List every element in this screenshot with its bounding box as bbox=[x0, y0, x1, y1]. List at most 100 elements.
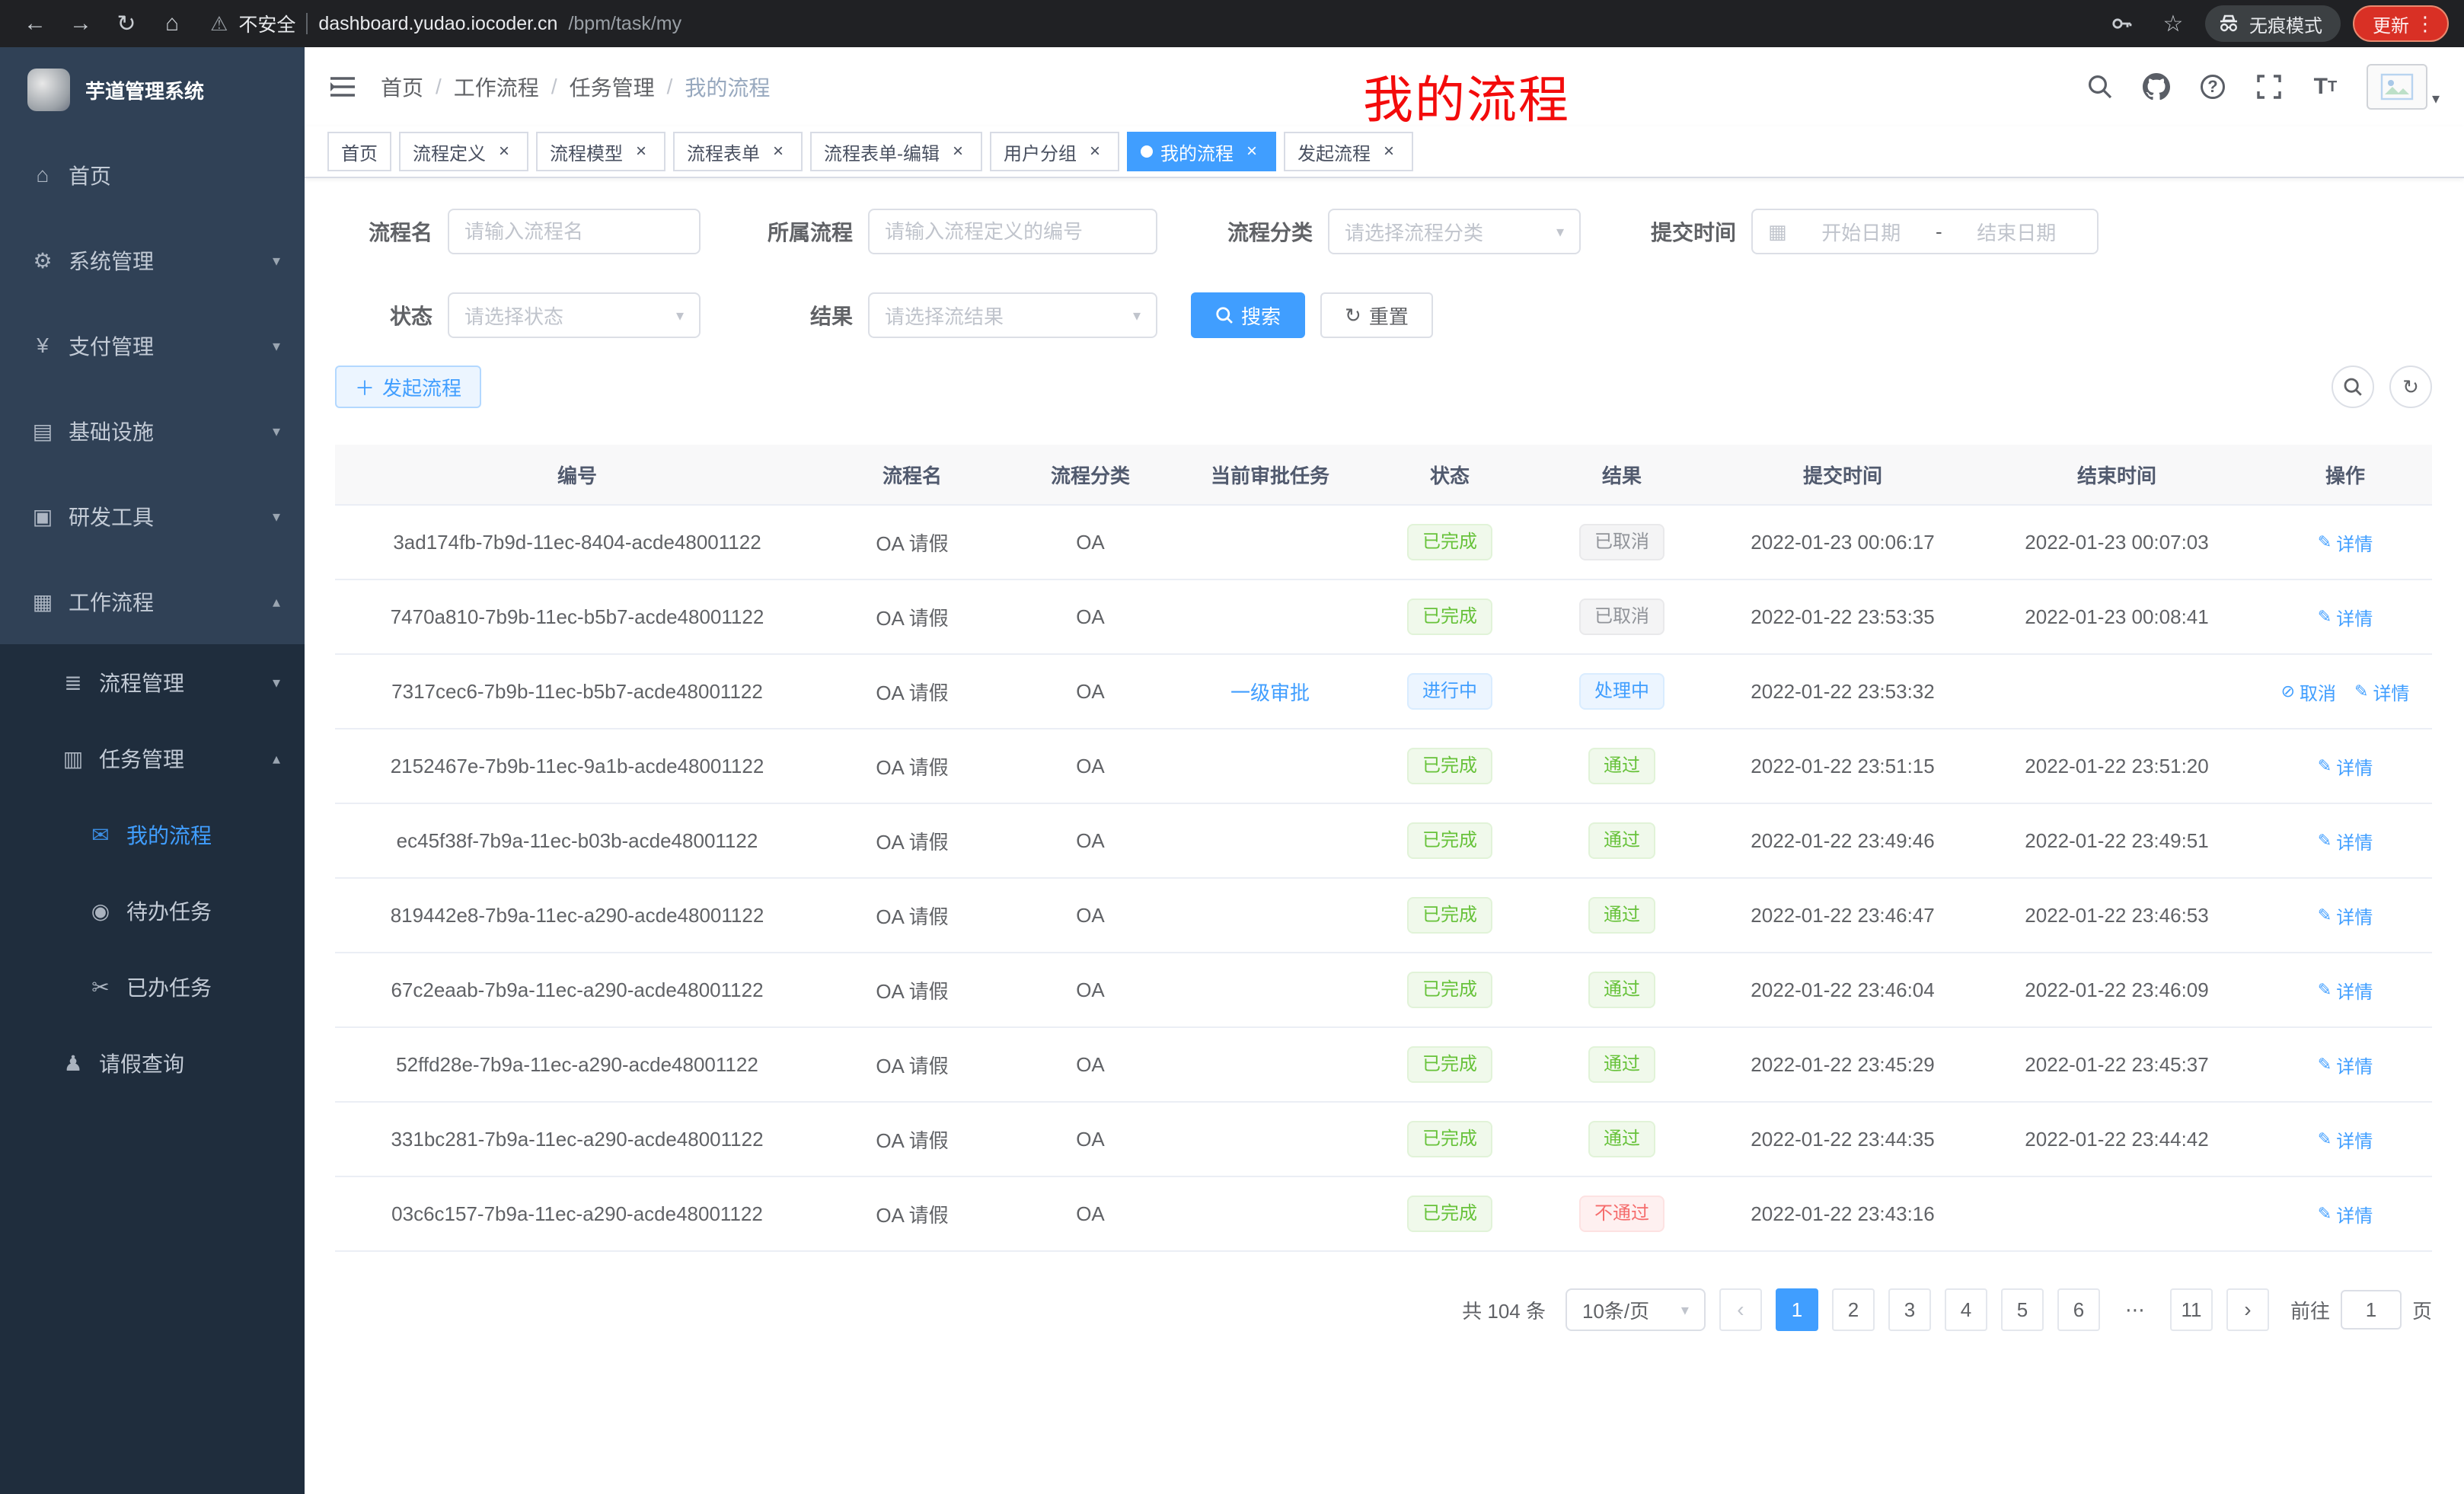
close-icon[interactable]: × bbox=[1241, 141, 1262, 162]
tab-process-model[interactable]: 流程模型× bbox=[536, 132, 665, 171]
close-icon[interactable]: × bbox=[493, 141, 515, 162]
page-size-select[interactable]: 10条/页 ▾ bbox=[1566, 1288, 1706, 1331]
address-bar[interactable]: ⚠ 不安全 dashboard.yudao.iocoder.cn/bpm/tas… bbox=[210, 10, 2095, 37]
browser-home-icon[interactable]: ⌂ bbox=[152, 4, 192, 43]
incognito-icon bbox=[2217, 14, 2240, 34]
tab-process-definition[interactable]: 流程定义 × bbox=[399, 132, 528, 171]
page-button-6[interactable]: 6 bbox=[2057, 1288, 2100, 1331]
infrastructure-icon: ▤ bbox=[30, 419, 55, 444]
category-select[interactable]: 请选择流程分类 ▾ bbox=[1328, 209, 1581, 254]
browser-menu-icon[interactable]: ⋮ bbox=[2415, 12, 2435, 36]
action-label: 详情 bbox=[2336, 1052, 2373, 1078]
table-search-toggle-icon[interactable] bbox=[2332, 366, 2374, 408]
current-task-link[interactable]: 一级审批 bbox=[1230, 682, 1310, 704]
breadcrumb-item[interactable]: 首页 bbox=[381, 72, 423, 102]
close-icon[interactable]: × bbox=[768, 141, 789, 162]
result-select[interactable]: 请选择流结果 ▾ bbox=[868, 292, 1157, 338]
sidebar-item-done-task[interactable]: ✂已办任务 bbox=[0, 949, 305, 1025]
cell-id: 7470a810-7b9b-11ec-b5b7-acde48001122 bbox=[335, 605, 819, 629]
page-ellipsis[interactable]: ⋯ bbox=[2114, 1288, 2156, 1331]
tab-user-group[interactable]: 用户分组× bbox=[990, 132, 1119, 171]
close-icon[interactable]: × bbox=[1378, 141, 1400, 162]
bookmark-star-icon[interactable]: ☆ bbox=[2153, 4, 2193, 43]
detail-link[interactable]: ✎详情 bbox=[2318, 1052, 2373, 1078]
sidebar-item-dev-tools[interactable]: ▣研发工具▾ bbox=[0, 474, 305, 559]
logo-row[interactable]: 芋道管理系统 bbox=[0, 47, 305, 132]
sidebar-item-my-process[interactable]: ✉我的流程 bbox=[0, 796, 305, 873]
key-icon[interactable] bbox=[2102, 4, 2141, 43]
chevron-down-icon: ▾ bbox=[1681, 1301, 1689, 1320]
page-button-11[interactable]: 11 bbox=[2170, 1288, 2213, 1331]
help-icon[interactable]: ? bbox=[2197, 72, 2228, 102]
forward-icon[interactable]: → bbox=[61, 4, 101, 43]
edit-icon: ✎ bbox=[2318, 1129, 2332, 1149]
page-button-4[interactable]: 4 bbox=[1945, 1288, 1987, 1331]
detail-link[interactable]: ✎详情 bbox=[2318, 902, 2373, 929]
github-icon[interactable] bbox=[2141, 72, 2172, 102]
user-avatar[interactable]: ▾ bbox=[2367, 64, 2440, 110]
back-icon[interactable]: ← bbox=[15, 4, 55, 43]
close-icon[interactable]: × bbox=[947, 141, 969, 162]
hamburger-icon[interactable] bbox=[326, 70, 359, 104]
tab-process-form-edit[interactable]: 流程表单-编辑× bbox=[810, 132, 982, 171]
search-button[interactable]: 搜索 bbox=[1191, 292, 1305, 338]
reload-icon[interactable]: ↻ bbox=[107, 4, 146, 43]
cell-end-time: 2022-01-22 23:45:37 bbox=[1977, 1053, 2257, 1077]
search-icon[interactable] bbox=[2085, 72, 2115, 102]
page-button-5[interactable]: 5 bbox=[2001, 1288, 2044, 1331]
sidebar-item-payment-mgmt[interactable]: ¥支付管理▾ bbox=[0, 303, 305, 388]
tab-label: 流程定义 bbox=[413, 139, 486, 165]
detail-link[interactable]: ✎详情 bbox=[2318, 828, 2373, 854]
prev-page-button[interactable]: ‹ bbox=[1719, 1288, 1762, 1331]
process-name-input-field[interactable] bbox=[464, 220, 684, 244]
detail-link[interactable]: ✎详情 bbox=[2318, 1201, 2373, 1227]
detail-link[interactable]: ✎详情 bbox=[2354, 678, 2409, 705]
sidebar-item-task-mgmt[interactable]: ▥任务管理▴ bbox=[0, 720, 305, 796]
close-icon[interactable]: × bbox=[630, 141, 652, 162]
table-refresh-icon[interactable]: ↻ bbox=[2389, 366, 2432, 408]
reset-button[interactable]: ↻ 重置 bbox=[1320, 292, 1433, 338]
detail-link[interactable]: ✎详情 bbox=[2318, 977, 2373, 1004]
next-page-button[interactable]: › bbox=[2226, 1288, 2269, 1331]
submit-time-range-picker[interactable]: ▦ 开始日期 - 结束日期 bbox=[1751, 209, 2099, 254]
breadcrumb-item[interactable]: 工作流程 bbox=[454, 72, 539, 102]
page-button-1[interactable]: 1 bbox=[1776, 1288, 1818, 1331]
belong-process-input-field[interactable] bbox=[885, 220, 1141, 244]
belong-process-input[interactable] bbox=[868, 209, 1157, 254]
page-button-2[interactable]: 2 bbox=[1832, 1288, 1875, 1331]
start-process-button[interactable]: ＋ 发起流程 bbox=[335, 366, 481, 408]
sidebar-item-home[interactable]: ⌂首页 bbox=[0, 132, 305, 218]
fullscreen-icon[interactable] bbox=[2254, 72, 2284, 102]
tab-process-form[interactable]: 流程表单× bbox=[673, 132, 803, 171]
tab-home[interactable]: 首页 bbox=[327, 132, 391, 171]
sidebar-item-workflow[interactable]: ▦工作流程▴ bbox=[0, 559, 305, 644]
cell-status: 已完成 bbox=[1364, 524, 1535, 560]
sidebar-item-process-mgmt[interactable]: ≣流程管理▾ bbox=[0, 644, 305, 720]
sidebar-item-infrastructure[interactable]: ▤基础设施▾ bbox=[0, 388, 305, 474]
tab-my-process[interactable]: 我的流程× bbox=[1127, 132, 1276, 171]
sidebar-item-todo-task[interactable]: ◉待办任务 bbox=[0, 873, 305, 949]
sidebar-item-leave-query[interactable]: ♟请假查询 bbox=[0, 1025, 305, 1101]
column-header: 当前审批任务 bbox=[1176, 461, 1364, 489]
cancel-link[interactable]: ⊘取消 bbox=[2281, 678, 2336, 705]
tab-start-process[interactable]: 发起流程× bbox=[1284, 132, 1413, 171]
detail-link[interactable]: ✎详情 bbox=[2318, 529, 2373, 556]
cell-submit-time: 2022-01-22 23:53:35 bbox=[1709, 605, 1977, 629]
cell-actions: ✎详情 bbox=[2257, 753, 2434, 780]
process-name-input[interactable] bbox=[448, 209, 701, 254]
sidebar-item-label: 待办任务 bbox=[126, 895, 305, 926]
detail-link[interactable]: ✎详情 bbox=[2318, 604, 2373, 630]
breadcrumb-item[interactable]: 我的流程 bbox=[685, 72, 770, 102]
font-size-icon[interactable]: TT bbox=[2310, 72, 2341, 102]
sidebar-item-system-mgmt[interactable]: ⚙系统管理▾ bbox=[0, 218, 305, 303]
page-button-3[interactable]: 3 bbox=[1888, 1288, 1931, 1331]
detail-link[interactable]: ✎详情 bbox=[2318, 753, 2373, 780]
status-select[interactable]: 请选择状态 ▾ bbox=[448, 292, 701, 338]
breadcrumb-item[interactable]: 任务管理 bbox=[570, 72, 655, 102]
detail-link[interactable]: ✎详情 bbox=[2318, 1126, 2373, 1153]
cell-result: 处理中 bbox=[1535, 673, 1709, 710]
close-icon[interactable]: × bbox=[1084, 141, 1106, 162]
update-chip[interactable]: 更新 ⋮ bbox=[2353, 5, 2449, 42]
result-badge: 通过 bbox=[1588, 972, 1655, 1008]
goto-page-input[interactable] bbox=[2341, 1290, 2402, 1330]
